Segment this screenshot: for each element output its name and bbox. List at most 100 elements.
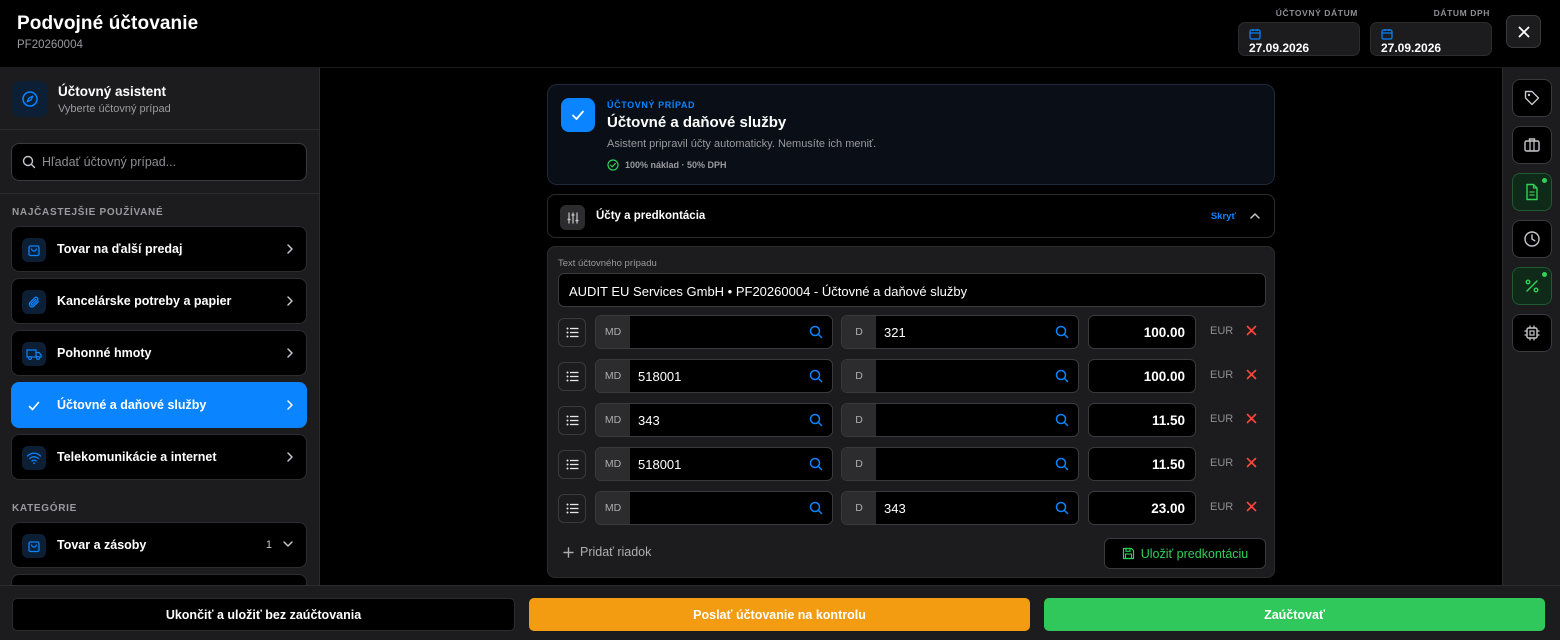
briefcase-button[interactable] bbox=[1512, 126, 1552, 164]
currency-label: EUR bbox=[1210, 369, 1234, 381]
search-icon[interactable] bbox=[1055, 413, 1069, 427]
close-button[interactable] bbox=[1506, 15, 1541, 48]
add-row-button[interactable]: Pridať riadok bbox=[563, 545, 651, 559]
hide-toggle[interactable]: Skryť bbox=[1211, 211, 1236, 222]
clock-icon bbox=[1523, 230, 1541, 248]
save-template-button[interactable]: Uložiť predkontáciu bbox=[1104, 538, 1266, 569]
search-icon[interactable] bbox=[809, 325, 823, 339]
plus-icon bbox=[563, 546, 574, 558]
search-icon[interactable] bbox=[809, 369, 823, 383]
frequent-item-accounting-services[interactable]: Účtovné a daňové služby bbox=[11, 382, 307, 428]
frequent-item-telecommunications[interactable]: Telekomunikácie a internet bbox=[11, 434, 307, 480]
delete-row-icon[interactable] bbox=[1246, 457, 1257, 468]
delete-row-icon[interactable] bbox=[1246, 325, 1257, 336]
delete-row-icon[interactable] bbox=[1246, 413, 1257, 424]
search-icon[interactable] bbox=[809, 413, 823, 427]
frequent-item-label: Tovar na ďalší predaj bbox=[57, 242, 183, 256]
md-label: MD bbox=[596, 316, 630, 348]
delete-row-icon[interactable] bbox=[1246, 369, 1257, 380]
d-account-field[interactable]: D bbox=[841, 359, 1079, 393]
vat-button[interactable] bbox=[1512, 267, 1552, 305]
list-icon bbox=[566, 415, 579, 426]
amount-field[interactable]: 23.00 bbox=[1088, 491, 1196, 525]
send-for-review-button[interactable]: Poslať účtovanie na kontrolu bbox=[529, 598, 1030, 631]
posting-row: MD 518001 D 100.00 EUR bbox=[558, 359, 1266, 393]
accounts-section-header[interactable]: Účty a predkontácia Skryť bbox=[547, 194, 1275, 238]
footer: Ukončiť a uložiť bez zaúčtovania Poslať … bbox=[0, 585, 1560, 640]
row-menu-button[interactable] bbox=[558, 362, 586, 391]
row-menu-button[interactable] bbox=[558, 406, 586, 435]
shopping-bag-icon bbox=[22, 534, 46, 558]
post-button[interactable]: Zaúčtovať bbox=[1044, 598, 1545, 631]
case-badge: 100% náklad · 50% DPH bbox=[607, 159, 727, 171]
accounting-date-picker[interactable]: 27.09.2026 bbox=[1238, 22, 1360, 56]
list-icon bbox=[566, 503, 579, 514]
amount-field[interactable]: 11.50 bbox=[1088, 447, 1196, 481]
category-label: Tovar a zásoby bbox=[57, 538, 147, 552]
amount-field[interactable]: 11.50 bbox=[1088, 403, 1196, 437]
document-button[interactable] bbox=[1512, 173, 1552, 211]
md-account-field[interactable]: MD bbox=[595, 315, 833, 349]
amount-value: 11.50 bbox=[1151, 457, 1185, 472]
category-count: 1 bbox=[265, 539, 272, 551]
amount-field[interactable]: 100.00 bbox=[1088, 359, 1196, 393]
truck-icon bbox=[22, 342, 46, 366]
d-label: D bbox=[842, 448, 876, 480]
frequent-item-office-supplies[interactable]: Kancelárske potreby a papier bbox=[11, 278, 307, 324]
category-goods-and-inventory[interactable]: Tovar a zásoby 1 bbox=[11, 522, 307, 568]
list-icon bbox=[566, 459, 579, 470]
vat-date-label: DÁTUM DPH bbox=[1433, 8, 1490, 18]
d-account-field[interactable]: D bbox=[841, 447, 1079, 481]
row-menu-button[interactable] bbox=[558, 318, 586, 347]
d-account-field[interactable]: D 321 bbox=[841, 315, 1079, 349]
d-account-field[interactable]: D 343 bbox=[841, 491, 1079, 525]
md-account-field[interactable]: MD bbox=[595, 491, 833, 525]
row-menu-button[interactable] bbox=[558, 450, 586, 479]
page-title: Podvojné účtovanie bbox=[17, 13, 199, 34]
tags-button[interactable] bbox=[1512, 79, 1552, 117]
frequent-item-fuel[interactable]: Pohonné hmoty bbox=[11, 330, 307, 376]
case-description: Asistent pripravil účty automaticky. Nem… bbox=[607, 138, 877, 150]
d-label: D bbox=[842, 316, 876, 348]
md-account-field[interactable]: MD 343 bbox=[595, 403, 833, 437]
search-icon[interactable] bbox=[1055, 501, 1069, 515]
d-label: D bbox=[842, 492, 876, 524]
briefcase-icon bbox=[1523, 136, 1541, 154]
wifi-icon bbox=[22, 446, 46, 470]
search-icon[interactable] bbox=[809, 457, 823, 471]
search-icon[interactable] bbox=[809, 501, 823, 515]
delete-row-icon[interactable] bbox=[1246, 501, 1257, 512]
frequent-item-label: Účtovné a daňové služby bbox=[57, 398, 207, 412]
history-button[interactable] bbox=[1512, 220, 1552, 258]
amount-field[interactable]: 100.00 bbox=[1088, 315, 1196, 349]
accounting-date-value: 27.09.2026 bbox=[1249, 41, 1310, 55]
chevron-up-icon[interactable] bbox=[1249, 210, 1261, 222]
search-icon[interactable] bbox=[1055, 457, 1069, 471]
vat-date-picker[interactable]: 27.09.2026 bbox=[1370, 22, 1492, 56]
md-account-field[interactable]: MD 518001 bbox=[595, 447, 833, 481]
vat-date-group: DÁTUM DPH 27.09.2026 bbox=[1370, 8, 1492, 56]
search-icon[interactable] bbox=[1055, 369, 1069, 383]
accounting-date-label: ÚČTOVNÝ DÁTUM bbox=[1275, 8, 1358, 18]
case-search-input[interactable] bbox=[42, 144, 297, 180]
md-account-field[interactable]: MD 518001 bbox=[595, 359, 833, 393]
md-label: MD bbox=[596, 404, 630, 436]
search-icon[interactable] bbox=[1055, 325, 1069, 339]
list-icon bbox=[566, 327, 579, 338]
vat-date-value: 27.09.2026 bbox=[1381, 41, 1442, 55]
chevron-right-icon bbox=[286, 295, 294, 307]
shopping-bag-icon bbox=[22, 238, 46, 262]
calendar-icon bbox=[1249, 28, 1261, 40]
frequent-item-goods-for-resale[interactable]: Tovar na ďalší predaj bbox=[11, 226, 307, 272]
finish-without-posting-button[interactable]: Ukončiť a uložiť bez zaúčtovania bbox=[12, 598, 515, 631]
divider bbox=[0, 193, 319, 194]
add-row-label: Pridať riadok bbox=[580, 545, 652, 559]
settings-button[interactable] bbox=[1512, 314, 1552, 352]
md-label: MD bbox=[596, 360, 630, 392]
frequent-item-label: Pohonné hmoty bbox=[57, 346, 152, 360]
category-item-next[interactable] bbox=[11, 574, 307, 585]
row-menu-button[interactable] bbox=[558, 494, 586, 523]
d-account-field[interactable]: D bbox=[841, 403, 1079, 437]
currency-label: EUR bbox=[1210, 501, 1234, 513]
case-text-field[interactable]: AUDIT EU Services GmbH • PF20260004 - Úč… bbox=[558, 273, 1266, 307]
